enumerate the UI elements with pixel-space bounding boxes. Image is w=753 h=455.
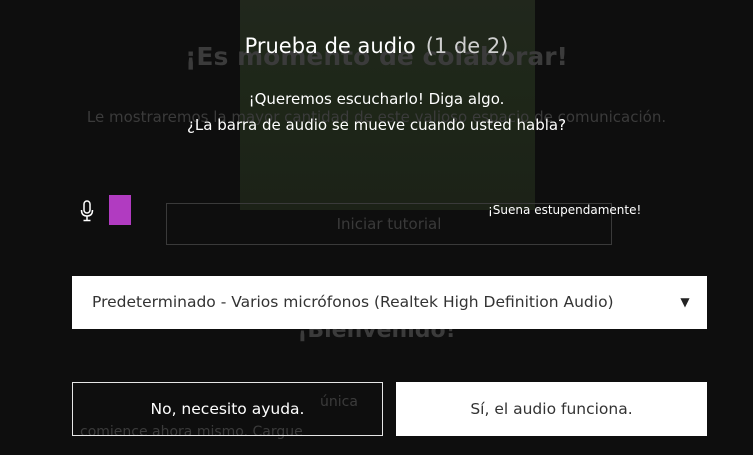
dialog-title: Prueba de audio (1 de 2) (0, 34, 753, 58)
microphone-icon (80, 200, 94, 222)
dialog-title-text: Prueba de audio (244, 34, 416, 58)
audio-status-text: ¡Suena estupendamente! (488, 203, 642, 217)
dialog-instruction: ¡Queremos escucharlo! Diga algo. (248, 90, 505, 108)
dialog-question: ¿La barra de audio se mueve cuando usted… (186, 116, 567, 134)
microphone-select-value: Predeterminado - Varios micrófonos (Real… (92, 293, 614, 311)
no-need-help-button[interactable]: No, necesito ayuda. (72, 382, 383, 436)
microphone-select[interactable]: Predeterminado - Varios micrófonos (Real… (72, 276, 707, 329)
dialog-step-counter: (1 de 2) (425, 34, 509, 58)
yes-audio-works-button[interactable]: Sí, el audio funciona. (396, 382, 707, 436)
audio-level-bar (109, 195, 131, 225)
dropdown-arrow-icon[interactable]: ▼ (677, 276, 693, 329)
